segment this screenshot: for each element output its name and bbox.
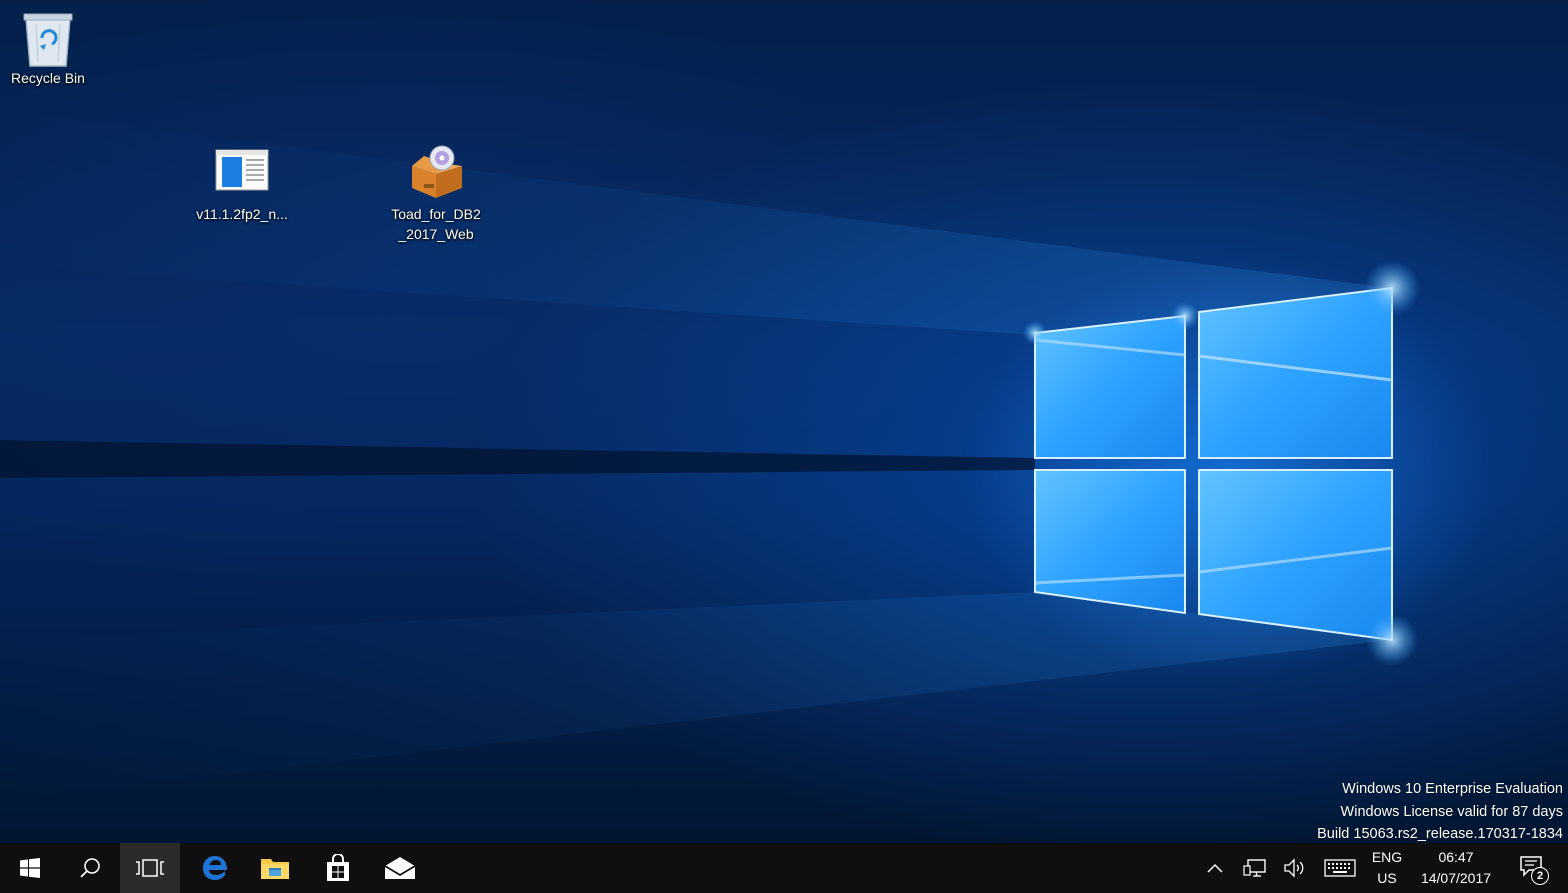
windows-evaluation-watermark: Windows 10 Enterprise Evaluation Windows… xyxy=(1317,778,1563,843)
file-explorer-icon xyxy=(261,859,289,879)
clock-time: 06:47 xyxy=(1438,849,1474,865)
task-view-button[interactable] xyxy=(120,843,180,893)
touch-keyboard-icon xyxy=(1324,859,1356,877)
network-tray-button[interactable] xyxy=(1238,843,1272,893)
mail-taskbar-button[interactable] xyxy=(370,843,430,893)
search-button[interactable] xyxy=(60,843,120,893)
desktop-icon-label: Recycle Bin xyxy=(11,70,85,86)
show-hidden-icons-button[interactable] xyxy=(1200,843,1230,893)
file-explorer-taskbar-button[interactable] xyxy=(245,843,305,893)
search-icon xyxy=(80,858,100,878)
desktop-icon-toad-installer[interactable]: Toad_for_DB2 _2017_Web xyxy=(388,144,484,244)
task-view-icon xyxy=(136,859,164,877)
input-language-button[interactable]: ENG US xyxy=(1365,843,1409,893)
wallpaper-windows-logo xyxy=(0,110,1420,800)
edge-taskbar-button[interactable] xyxy=(185,843,245,893)
desktop[interactable]: Recycle Bin v11.1.2fp2_n... Toad_for_DB2… xyxy=(0,0,1568,843)
touch-keyboard-button[interactable] xyxy=(1320,843,1360,893)
store-icon xyxy=(327,854,349,881)
clock-button[interactable]: 06:47 14/07/2017 xyxy=(1412,843,1500,893)
desktop-icon-label: v11.1.2fp2_n... xyxy=(196,206,288,222)
mail-icon xyxy=(384,857,416,879)
volume-icon xyxy=(1284,858,1304,878)
edge-browser-icon xyxy=(203,856,228,880)
watermark-edition: Windows 10 Enterprise Evaluation xyxy=(1342,781,1563,797)
keyboard-layout: US xyxy=(1377,870,1397,886)
desktop-icon-recycle-bin[interactable]: Recycle Bin xyxy=(0,8,96,88)
network-icon xyxy=(1243,859,1266,877)
notification-count-badge: 2 xyxy=(1531,867,1549,885)
windows-start-icon xyxy=(20,858,40,878)
installer-box-icon xyxy=(404,144,468,200)
volume-tray-button[interactable] xyxy=(1278,843,1312,893)
recycle-bin-icon xyxy=(16,8,80,67)
watermark-build: Build 15063.rs2_release.170317-1834 xyxy=(1317,826,1563,842)
start-button[interactable] xyxy=(0,843,60,893)
store-taskbar-button[interactable] xyxy=(308,843,368,893)
language-code: ENG xyxy=(1371,849,1403,865)
clock-date: 14/07/2017 xyxy=(1420,870,1492,886)
desktop-icon-v11-file[interactable]: v11.1.2fp2_n... xyxy=(194,144,290,224)
desktop-icon-label: Toad_for_DB2 _2017_Web xyxy=(391,206,481,242)
action-center-button[interactable]: 2 xyxy=(1508,843,1556,893)
chevron-up-icon xyxy=(1207,863,1223,873)
taskbar: ENG US 06:47 14/07/2017 2 xyxy=(0,843,1568,893)
document-window-icon xyxy=(210,144,274,200)
watermark-license: Windows License valid for 87 days xyxy=(1340,803,1563,820)
